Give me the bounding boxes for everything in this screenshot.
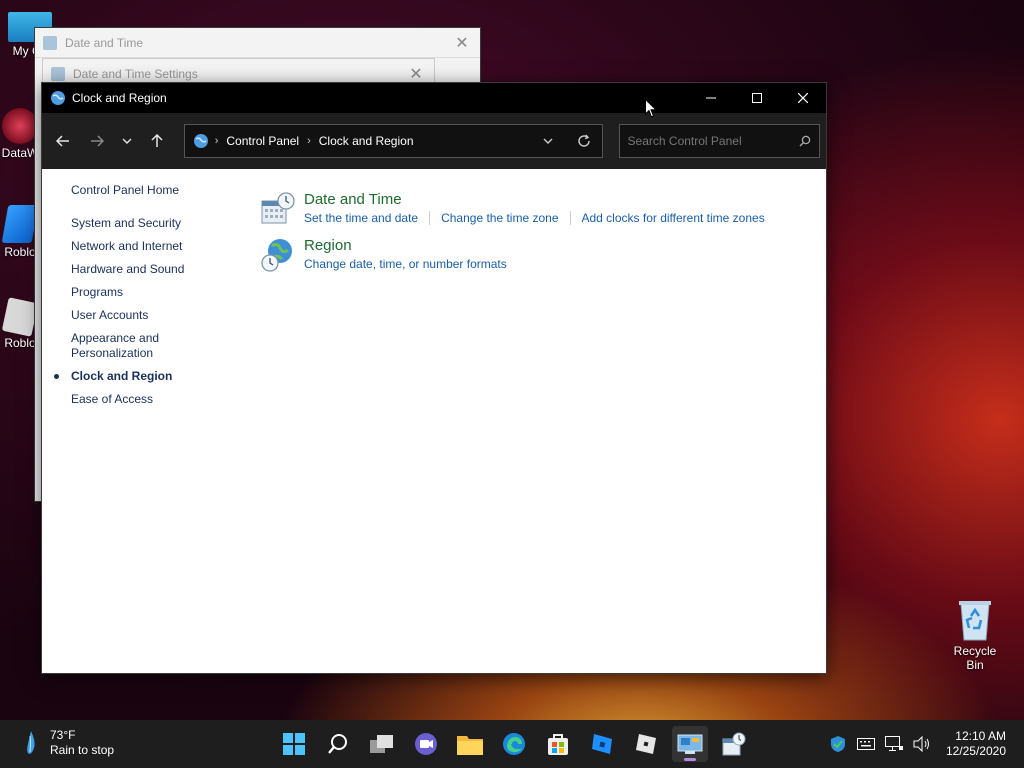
desktop-icon-label: Roblo bbox=[4, 336, 36, 350]
title-bar[interactable]: Clock and Region bbox=[42, 83, 826, 113]
file-explorer-icon[interactable] bbox=[452, 726, 488, 762]
roblox-icon bbox=[1, 297, 39, 337]
recycle-bin-icon bbox=[959, 601, 991, 641]
control-panel-globe-icon bbox=[193, 134, 208, 148]
window-title: Clock and Region bbox=[72, 91, 167, 105]
security-shield-icon[interactable] bbox=[824, 735, 852, 753]
weather-description: Rain to stop bbox=[50, 743, 115, 757]
content-area: Control Panel Home System and Security N… bbox=[42, 169, 826, 673]
search-box[interactable] bbox=[618, 124, 821, 158]
mouse-cursor-icon bbox=[645, 99, 657, 118]
date-time-icon bbox=[43, 35, 57, 50]
app-shortcut-icon bbox=[2, 108, 38, 144]
desktop-icon-recycle-bin[interactable]: Recycle Bin bbox=[944, 598, 1006, 672]
address-dropdown-chevron-down-icon[interactable] bbox=[530, 125, 566, 157]
link-change-date-time-number-formats[interactable]: Change date, time, or number formats bbox=[304, 257, 507, 271]
roblox-icon[interactable] bbox=[628, 726, 664, 762]
title-bar[interactable]: Date and Time ✕ bbox=[35, 28, 480, 58]
store-icon[interactable] bbox=[540, 726, 576, 762]
refresh-icon[interactable] bbox=[566, 125, 602, 157]
category-title-region[interactable]: Region bbox=[304, 237, 507, 255]
window-title: Date and Time bbox=[65, 35, 144, 50]
chevron-right-icon[interactable]: › bbox=[215, 135, 219, 147]
volume-icon[interactable] bbox=[908, 736, 936, 752]
desktop-icon-label: Recycle Bin bbox=[953, 644, 997, 672]
back-arrow-icon[interactable] bbox=[48, 126, 78, 156]
category-title-date-and-time[interactable]: Date and Time bbox=[304, 191, 765, 209]
breadcrumb-clock-and-region[interactable]: Clock and Region bbox=[319, 134, 414, 148]
clock-and-region-window[interactable]: Clock and Region › Control Panel › Clock… bbox=[41, 82, 827, 674]
close-icon[interactable]: ✕ bbox=[444, 33, 480, 53]
sidebar-item-user-accounts[interactable]: User Accounts bbox=[71, 308, 221, 323]
taskbar-apps bbox=[276, 726, 752, 762]
sidebar-item-ease-of-access[interactable]: Ease of Access bbox=[71, 392, 221, 407]
close-icon[interactable] bbox=[780, 83, 826, 113]
chevron-right-icon[interactable]: › bbox=[307, 135, 311, 147]
clock-date: 12/25/2020 bbox=[945, 744, 1006, 758]
desktop-icon-label: DataW bbox=[1, 146, 39, 160]
link-add-clocks[interactable]: Add clocks for different time zones bbox=[582, 211, 765, 225]
keyboard-icon[interactable] bbox=[852, 738, 880, 750]
network-icon[interactable] bbox=[880, 736, 908, 752]
weather-temperature: 73°F bbox=[50, 728, 76, 742]
link-set-the-time-and-date[interactable]: Set the time and date bbox=[304, 211, 418, 225]
window-title: Date and Time Settings bbox=[73, 66, 198, 81]
start-icon[interactable] bbox=[276, 726, 312, 762]
roblox-studio-icon bbox=[1, 205, 39, 243]
navigation-bar: › Control Panel › Clock and Region bbox=[42, 113, 826, 169]
rain-drop-icon bbox=[27, 731, 35, 754]
system-tray: 12:10 AM 12/25/2020 bbox=[824, 720, 1024, 768]
link-divider bbox=[429, 211, 431, 225]
region-globe-clock-icon[interactable] bbox=[260, 237, 296, 273]
recent-locations-chevron-down-icon[interactable] bbox=[116, 126, 138, 156]
date-time-icon[interactable] bbox=[716, 726, 752, 762]
up-arrow-icon[interactable] bbox=[142, 126, 172, 156]
search-icon[interactable] bbox=[791, 135, 819, 147]
task-view-icon[interactable] bbox=[364, 726, 400, 762]
breadcrumb-control-panel[interactable]: Control Panel bbox=[226, 134, 299, 148]
sidebar-item-network-and-internet[interactable]: Network and Internet bbox=[71, 239, 221, 254]
weather-widget[interactable]: 73°F Rain to stop bbox=[22, 728, 114, 758]
taskbar-clock[interactable]: 12:10 AM 12/25/2020 bbox=[946, 729, 1006, 759]
left-navigation-pane: Control Panel Home System and Security N… bbox=[54, 183, 221, 415]
link-change-the-time-zone[interactable]: Change the time zone bbox=[441, 211, 558, 225]
date-time-icon bbox=[51, 66, 65, 81]
search-icon[interactable] bbox=[320, 726, 356, 762]
control-panel-icon[interactable] bbox=[672, 726, 708, 762]
category-date-and-time: Date and Time Set the time and date Chan… bbox=[260, 191, 765, 227]
taskbar: 73°F Rain to stop 12:10 AM 12/25/2020 bbox=[0, 720, 1024, 768]
sidebar-item-clock-and-region[interactable]: Clock and Region bbox=[54, 369, 221, 384]
date-and-time-icon[interactable] bbox=[260, 191, 296, 227]
roblox-studio-icon[interactable] bbox=[584, 726, 620, 762]
sidebar-item-hardware-and-sound[interactable]: Hardware and Sound bbox=[71, 262, 221, 277]
sidebar-item-system-and-security[interactable]: System and Security bbox=[71, 216, 221, 231]
desktop-icon-label: Roblo bbox=[4, 245, 36, 259]
edge-icon[interactable] bbox=[496, 726, 532, 762]
sidebar-item-control-panel-home[interactable]: Control Panel Home bbox=[71, 183, 221, 198]
chat-icon[interactable] bbox=[408, 726, 444, 762]
control-panel-globe-icon bbox=[51, 91, 65, 105]
address-bar[interactable]: › Control Panel › Clock and Region bbox=[183, 124, 603, 158]
minimize-icon[interactable] bbox=[688, 83, 734, 113]
clock-time: 12:10 AM bbox=[955, 729, 1006, 743]
sidebar-item-appearance-and-personalization[interactable]: Appearance and Personalization bbox=[71, 331, 171, 361]
close-icon[interactable]: ✕ bbox=[398, 64, 434, 84]
link-divider bbox=[569, 211, 571, 225]
maximize-icon[interactable] bbox=[734, 83, 780, 113]
sidebar-item-programs[interactable]: Programs bbox=[71, 285, 221, 300]
forward-arrow-icon[interactable] bbox=[82, 126, 112, 156]
category-region: Region Change date, time, or number form… bbox=[260, 237, 507, 273]
search-input[interactable] bbox=[627, 134, 792, 148]
